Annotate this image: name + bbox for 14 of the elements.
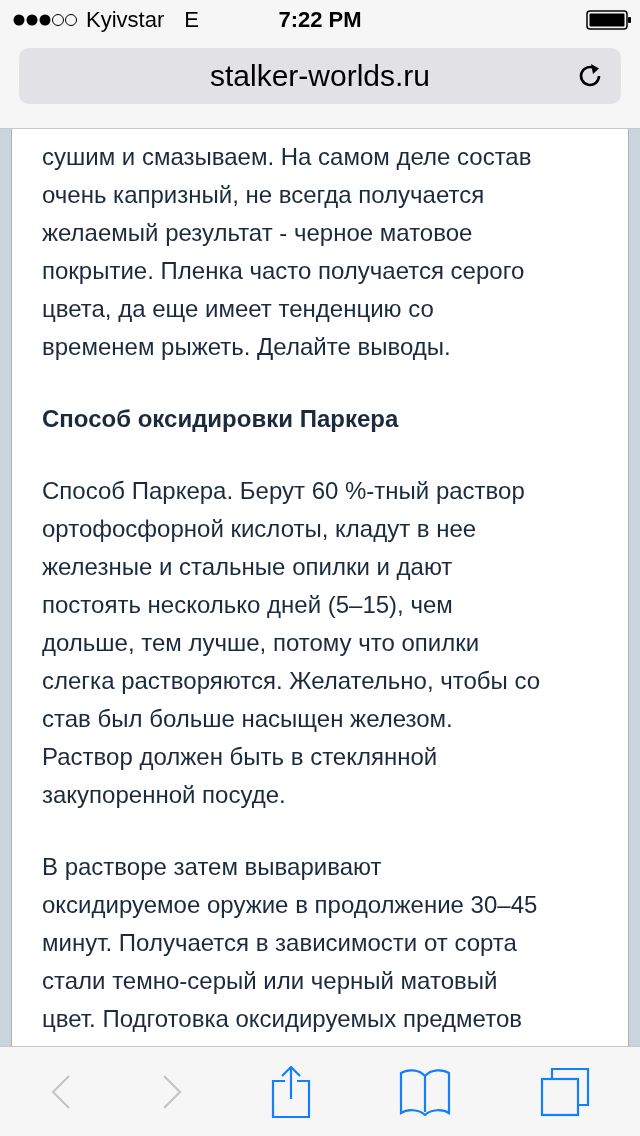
article-paragraph: сушим и смазываем. На самом деле состав очень капризный, не всегда получается желаемый результат - черное матовое покрытие. Пленка часто получается серого цвета, да еще имеет тенденцию со временем рыжеть. Делайте выводы. — [42, 142, 533, 362]
carrier-name: Kyivstar — [86, 7, 165, 33]
open-book-icon[interactable] — [399, 1067, 452, 1116]
url-text: stalker-worlds.ru — [209, 59, 431, 93]
network-type: E — [184, 7, 199, 33]
section-heading: Способ оксидировки Паркера — [42, 404, 400, 434]
tabs-icon[interactable] — [539, 1066, 590, 1117]
address-bar[interactable]: stalker-worlds.ru — [19, 48, 621, 104]
signal-strength-icon — [12, 13, 78, 27]
battery-icon — [586, 10, 632, 30]
share-icon[interactable] — [270, 1064, 311, 1119]
article-paragraph: Способ Паркера. Берут 60 %-тный раствор ортофосфорной кислоты, кладут в нее железные и стальные опилки и дают постоять несколько дней (5–15), чем дольше, тем лучше, потому что опилки слегка растворяются. Желательно, чтобы со став был больше насыщен железом. Раствор должен быть в стеклянной закупоренной посуде. — [42, 476, 542, 810]
status-time: 7:22 PM — [278, 7, 362, 32]
article-paragraph: В растворе затем вываривают оксидируемое оружие в продолжение 30–45 минут. Получается в зависимости от сорта стали темно-серый или черный матовый цвет. Подготовка оксидируемых предметов — [42, 852, 539, 1034]
